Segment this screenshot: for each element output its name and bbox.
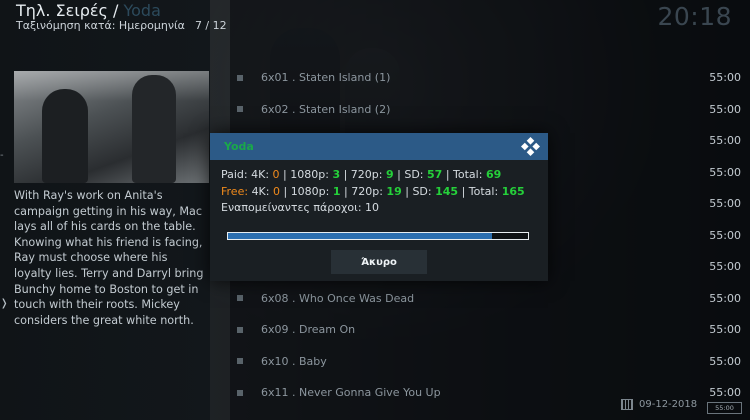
page-title: Τηλ. Σειρές / Yoda bbox=[16, 1, 161, 20]
footer-date: 09-12-2018 bbox=[621, 399, 697, 410]
episode-duration: 55:00 bbox=[709, 102, 741, 116]
episode-thumbnail bbox=[14, 71, 209, 183]
clock: 20:18 bbox=[657, 2, 732, 31]
sort-info: Ταξινόμηση κατά: Ημερομηνία 7 / 12 bbox=[16, 19, 227, 32]
kodi-logo-icon bbox=[521, 137, 540, 156]
bullet-icon bbox=[237, 106, 243, 113]
episode-title: 6x10 . Baby bbox=[261, 354, 327, 368]
episode-row[interactable]: 6x02 . Staten Island (2) 55:00 bbox=[230, 94, 750, 126]
addon-title: Yoda bbox=[123, 1, 161, 20]
dialog-header: Yoda bbox=[210, 133, 548, 160]
bullet-icon bbox=[237, 326, 243, 333]
sort-label: Ταξινόμηση κατά: Ημερομηνία bbox=[16, 19, 185, 32]
plot-text: With Ray's work on Anita's campaign gett… bbox=[14, 189, 204, 327]
episode-title: 6x08 . Who Once Was Dead bbox=[261, 291, 415, 305]
episode-duration: 55:00 bbox=[709, 134, 741, 148]
episode-title: 6x02 . Staten Island (2) bbox=[261, 102, 391, 116]
episode-row[interactable]: 6x01 . Staten Island (1) 55:00 bbox=[230, 62, 750, 94]
chevron-left-icon[interactable]: ❭ bbox=[0, 298, 8, 309]
date-text: 09-12-2018 bbox=[639, 399, 698, 410]
progress-fill bbox=[228, 233, 492, 239]
section-title: Τηλ. Σειρές / bbox=[16, 1, 124, 20]
bullet-icon bbox=[237, 358, 243, 365]
episode-duration: 55:00 bbox=[709, 71, 741, 85]
episode-row[interactable]: 6x09 . Dream On 55:00 bbox=[230, 314, 750, 346]
episode-duration: 55:00 bbox=[709, 354, 741, 368]
episode-title: 6x11 . Never Gonna Give You Up bbox=[261, 386, 441, 400]
side-marker: - bbox=[0, 150, 4, 161]
bullet-icon bbox=[237, 74, 243, 81]
duration-badge: 55:00 bbox=[707, 402, 742, 414]
paid-stats: Paid: 4K: 0 | 1080p: 3 | 720p: 9 | SD: 5… bbox=[221, 168, 502, 181]
episode-title: 6x01 . Staten Island (1) bbox=[261, 71, 391, 85]
episode-duration: 55:00 bbox=[709, 228, 741, 242]
episode-duration: 55:00 bbox=[709, 323, 741, 337]
episode-duration: 55:00 bbox=[709, 291, 741, 305]
bullet-icon bbox=[237, 295, 243, 302]
free-stats: Free: 4K: 0 | 1080p: 1 | 720p: 19 | SD: … bbox=[221, 184, 525, 198]
episode-row[interactable]: 6x10 . Baby 55:00 bbox=[230, 346, 750, 378]
cancel-button[interactable]: Άκυρο bbox=[331, 250, 427, 274]
episode-title: 6x09 . Dream On bbox=[261, 323, 356, 337]
dialog-title: Yoda bbox=[224, 140, 254, 153]
episode-row[interactable]: 6x08 . Who Once Was Dead 55:00 bbox=[230, 283, 750, 315]
dialog-body: Paid: 4K: 0 | 1080p: 3 | 720p: 9 | SD: 5… bbox=[210, 160, 548, 217]
progress-bar bbox=[227, 232, 529, 240]
bullet-icon bbox=[237, 389, 243, 396]
episode-duration: 55:00 bbox=[709, 197, 741, 211]
calendar-icon bbox=[621, 399, 633, 410]
episode-duration: 55:00 bbox=[709, 386, 741, 400]
remaining-providers: Εναπομείναντες πάροχοι: 10 bbox=[221, 201, 380, 215]
episode-duration: 55:00 bbox=[709, 260, 741, 274]
episode-duration: 55:00 bbox=[709, 165, 741, 179]
item-position: 7 / 12 bbox=[194, 19, 227, 32]
progress-dialog: Yoda Paid: 4K: 0 | 1080p: 3 | 720p: 9 | … bbox=[210, 133, 548, 281]
